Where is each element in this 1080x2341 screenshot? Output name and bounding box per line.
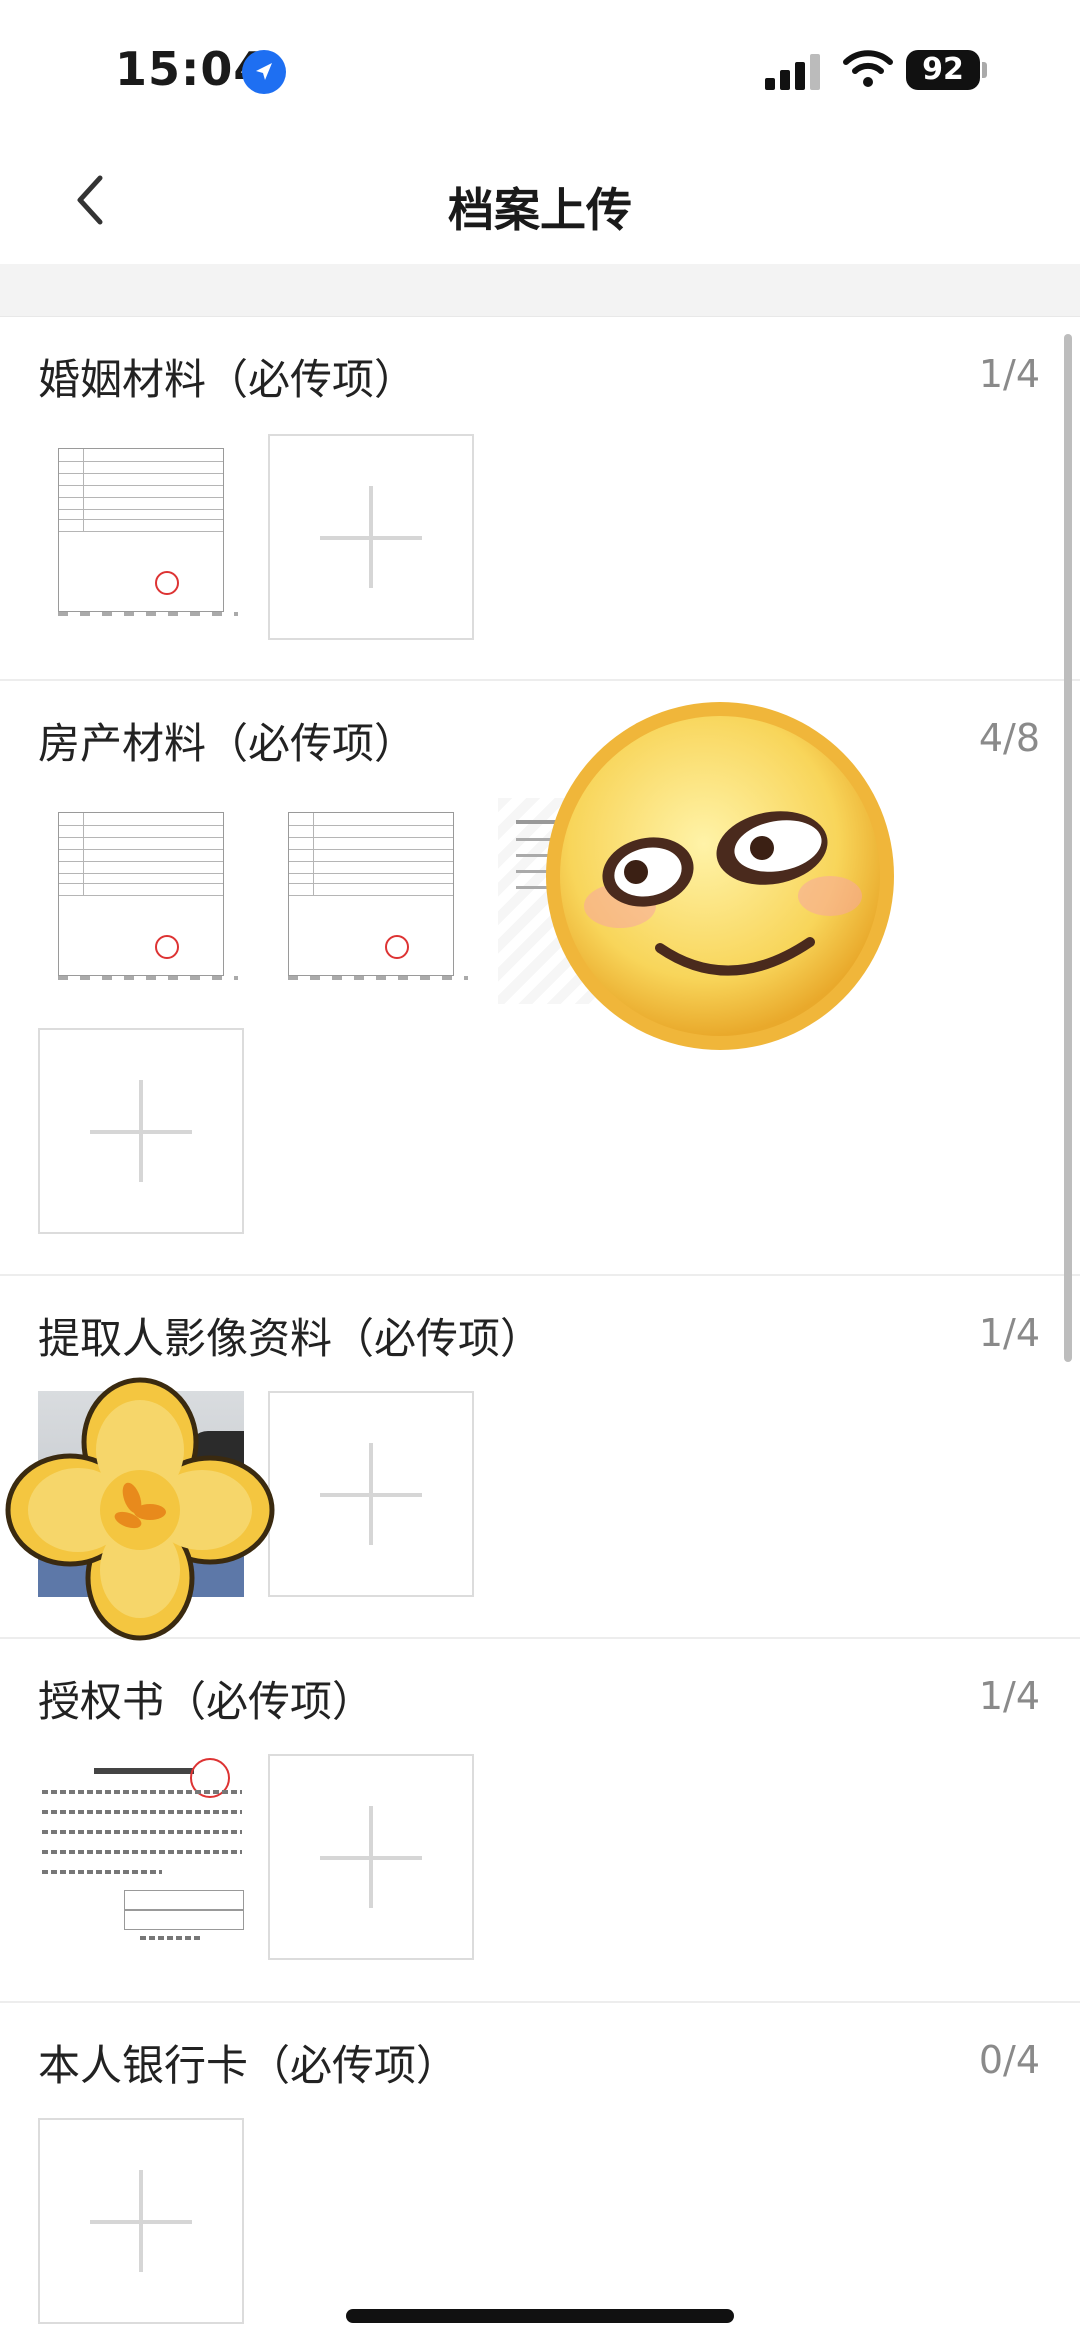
section-count: 1/4 bbox=[978, 352, 1040, 396]
section-title: 授权书（必传项） bbox=[38, 1677, 375, 1726]
section-marriage: 婚姻材料（必传项） 1/4 bbox=[0, 316, 1080, 681]
add-image-button[interactable] bbox=[268, 1391, 474, 1597]
section-title: 本人银行卡（必传项） bbox=[38, 2041, 459, 2090]
home-indicator[interactable] bbox=[346, 2309, 734, 2323]
cellular-signal-icon bbox=[765, 52, 823, 90]
add-image-button[interactable] bbox=[268, 1754, 474, 1960]
page-title: 档案上传 bbox=[448, 183, 632, 237]
add-image-button[interactable] bbox=[38, 2118, 244, 2324]
location-arrow-icon bbox=[242, 50, 286, 94]
section-bank-card: 本人银行卡（必传项） 0/4 bbox=[0, 2002, 1080, 2341]
navigation-bar: 档案上传 bbox=[0, 140, 1080, 264]
status-bar: 15:04 92 bbox=[0, 0, 1080, 140]
scrollbar[interactable] bbox=[1064, 334, 1072, 1362]
yellow-flower-sticker bbox=[5, 1377, 275, 1641]
section-title: 房产材料（必传项） bbox=[38, 719, 417, 768]
section-count: 1/4 bbox=[978, 1311, 1040, 1355]
uploaded-document-thumbnail[interactable] bbox=[38, 434, 244, 640]
section-count: 1/4 bbox=[978, 1674, 1040, 1718]
uploaded-document-thumbnail[interactable] bbox=[268, 798, 474, 1004]
wifi-icon bbox=[842, 46, 894, 90]
uploaded-document-thumbnail[interactable] bbox=[38, 798, 244, 1004]
section-authorization: 授权书（必传项） 1/4 bbox=[0, 1638, 1080, 2003]
add-image-button[interactable] bbox=[38, 1028, 244, 1234]
add-image-button[interactable] bbox=[268, 434, 474, 640]
section-count: 4/8 bbox=[978, 716, 1040, 760]
section-title: 提取人影像资料（必传项） bbox=[38, 1314, 543, 1363]
section-title: 婚姻材料（必传项） bbox=[38, 355, 417, 404]
uploaded-document-thumbnail[interactable] bbox=[38, 1754, 244, 1960]
header-divider bbox=[0, 264, 1080, 317]
battery-indicator: 92 bbox=[906, 50, 980, 90]
smirk-emoji-sticker bbox=[546, 702, 894, 1050]
section-count: 0/4 bbox=[978, 2038, 1040, 2082]
battery-cap bbox=[982, 62, 987, 78]
